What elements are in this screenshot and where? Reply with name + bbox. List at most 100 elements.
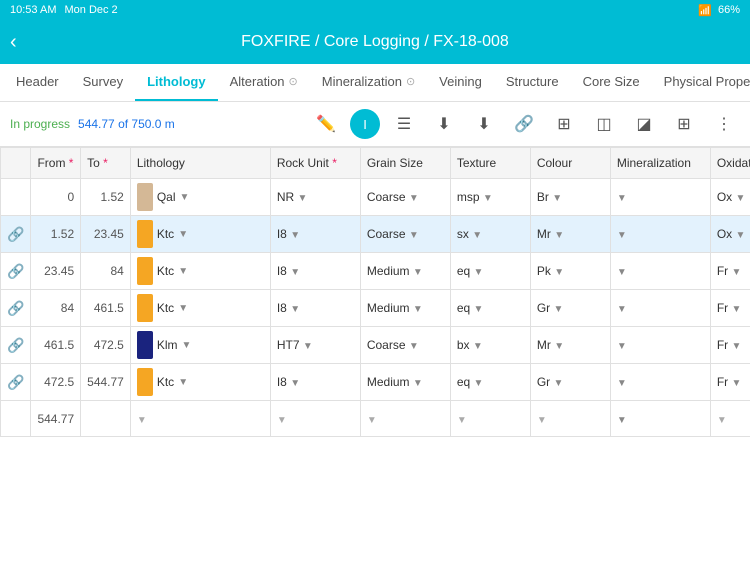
row-lithology[interactable]: Klm ▼ xyxy=(130,327,270,364)
mineralization-arrow[interactable]: ▼ xyxy=(617,415,627,426)
row-texture[interactable]: eq ▼ xyxy=(450,253,530,290)
texture-arrow[interactable]: ▼ xyxy=(473,341,483,352)
col-left-button[interactable]: ◫ xyxy=(588,108,620,140)
row-oxidation[interactable]: ▼ xyxy=(710,401,750,437)
table-row[interactable]: 🔗84461.5 Ktc ▼ I8 ▼Medium ▼eq ▼Gr ▼▼Fr ▼ xyxy=(1,290,750,327)
row-rockunit[interactable]: ▼ xyxy=(270,401,360,437)
texture-arrow[interactable]: ▼ xyxy=(474,378,484,389)
table-row[interactable]: 🔗1.5223.45 Ktc ▼ I8 ▼Coarse ▼sx ▼Mr ▼▼Ox… xyxy=(1,216,750,253)
cursor-button[interactable]: I xyxy=(350,109,380,139)
col-header-texture[interactable]: Texture xyxy=(450,148,530,179)
row-lithology[interactable]: Qal ▼ xyxy=(130,179,270,216)
row-rockunit[interactable]: NR ▼ xyxy=(270,179,360,216)
row-texture[interactable]: eq ▼ xyxy=(450,290,530,327)
columns-button[interactable]: ⊞ xyxy=(548,108,580,140)
row-mineralization[interactable]: ▼ xyxy=(610,216,710,253)
oxidation-arrow[interactable]: ▼ xyxy=(732,267,742,278)
oxidation-arrow[interactable]: ▼ xyxy=(717,415,727,426)
row-grainsize[interactable]: ▼ xyxy=(360,401,450,437)
row-colour[interactable]: Pk ▼ xyxy=(530,253,610,290)
row-rockunit[interactable]: I8 ▼ xyxy=(270,364,360,401)
mineralization-arrow[interactable]: ▼ xyxy=(617,378,627,389)
col-right-button[interactable]: ◪ xyxy=(628,108,660,140)
back-button[interactable]: ‹ xyxy=(10,31,17,54)
row-oxidation[interactable]: Fr ▼ xyxy=(710,290,750,327)
row-lithology[interactable]: Ktc ▼ xyxy=(130,290,270,327)
row-texture[interactable]: bx ▼ xyxy=(450,327,530,364)
row-grainsize[interactable]: Coarse ▼ xyxy=(360,179,450,216)
table-row[interactable]: 🔗472.5544.77 Ktc ▼ I8 ▼Medium ▼eq ▼Gr ▼▼… xyxy=(1,364,750,401)
row-grainsize[interactable]: Medium ▼ xyxy=(360,253,450,290)
row-colour[interactable]: Gr ▼ xyxy=(530,290,610,327)
col-header-grainsize[interactable]: Grain Size xyxy=(360,148,450,179)
row-rockunit[interactable]: I8 ▼ xyxy=(270,290,360,327)
row-mineralization[interactable]: ▼ xyxy=(610,179,710,216)
row-grainsize[interactable]: Medium ▼ xyxy=(360,290,450,327)
colour-arrow[interactable]: ▼ xyxy=(554,304,564,315)
download-button[interactable]: ⬇ xyxy=(468,108,500,140)
rockunit-arrow[interactable]: ▼ xyxy=(290,304,300,315)
lith-dropdown-arrow[interactable]: ▼ xyxy=(178,229,188,240)
lith-dropdown-arrow[interactable]: ▼ xyxy=(178,266,188,277)
colour-arrow[interactable]: ▼ xyxy=(554,230,564,241)
lith-dropdown-arrow[interactable]: ▼ xyxy=(178,303,188,314)
row-rockunit[interactable]: I8 ▼ xyxy=(270,216,360,253)
table-row[interactable]: 🔗23.4584 Ktc ▼ I8 ▼Medium ▼eq ▼Pk ▼▼Fr ▼ xyxy=(1,253,750,290)
colour-arrow[interactable]: ▼ xyxy=(537,415,547,426)
grainsize-arrow[interactable]: ▼ xyxy=(413,267,423,278)
sort-button[interactable]: ⬇ xyxy=(428,108,460,140)
table-row[interactable]: 🔗461.5472.5 Klm ▼ HT7 ▼Coarse ▼bx ▼Mr ▼▼… xyxy=(1,327,750,364)
lith-dropdown-arrow[interactable]: ▼ xyxy=(137,415,147,426)
rockunit-arrow[interactable]: ▼ xyxy=(290,230,300,241)
col-header-oxidation[interactable]: Oxidation * xyxy=(710,148,750,179)
colour-arrow[interactable]: ▼ xyxy=(554,378,564,389)
rockunit-arrow[interactable]: ▼ xyxy=(298,193,308,204)
oxidation-arrow[interactable]: ▼ xyxy=(732,341,742,352)
row-oxidation[interactable]: Ox ▼ xyxy=(710,179,750,216)
oxidation-arrow[interactable]: ▼ xyxy=(736,193,746,204)
col-header-colour[interactable]: Colour xyxy=(530,148,610,179)
texture-arrow[interactable]: ▼ xyxy=(474,267,484,278)
row-lithology[interactable]: Ktc ▼ xyxy=(130,364,270,401)
row-colour[interactable]: Br ▼ xyxy=(530,179,610,216)
mineralization-arrow[interactable]: ▼ xyxy=(617,341,627,352)
row-rockunit[interactable]: HT7 ▼ xyxy=(270,327,360,364)
grainsize-arrow[interactable]: ▼ xyxy=(413,378,423,389)
row-lithology[interactable]: Ktc ▼ xyxy=(130,253,270,290)
pencil-button[interactable]: ✏️ xyxy=(310,108,342,140)
row-grainsize[interactable]: Medium ▼ xyxy=(360,364,450,401)
col-header-to[interactable]: To * xyxy=(81,148,131,179)
oxidation-arrow[interactable]: ▼ xyxy=(732,378,742,389)
more-button[interactable]: ⋮ xyxy=(708,108,740,140)
mineralization-arrow[interactable]: ▼ xyxy=(617,230,627,241)
colour-arrow[interactable]: ▼ xyxy=(554,267,564,278)
row-grainsize[interactable]: Coarse ▼ xyxy=(360,327,450,364)
rockunit-arrow[interactable]: ▼ xyxy=(277,415,287,426)
row-colour[interactable]: ▼ xyxy=(530,401,610,437)
grainsize-arrow[interactable]: ▼ xyxy=(409,341,419,352)
row-mineralization[interactable]: ▼ xyxy=(610,327,710,364)
link-button[interactable]: 🔗 xyxy=(508,108,540,140)
row-texture[interactable]: sx ▼ xyxy=(450,216,530,253)
row-colour[interactable]: Gr ▼ xyxy=(530,364,610,401)
texture-arrow[interactable]: ▼ xyxy=(472,230,482,241)
row-oxidation[interactable]: Fr ▼ xyxy=(710,327,750,364)
colour-arrow[interactable]: ▼ xyxy=(554,341,564,352)
row-texture[interactable]: ▼ xyxy=(450,401,530,437)
list-button[interactable]: ☰ xyxy=(388,108,420,140)
row-mineralization[interactable]: ▼ xyxy=(610,364,710,401)
grainsize-arrow[interactable]: ▼ xyxy=(409,230,419,241)
colour-arrow[interactable]: ▼ xyxy=(552,193,562,204)
oxidation-arrow[interactable]: ▼ xyxy=(736,230,746,241)
row-colour[interactable]: Mr ▼ xyxy=(530,327,610,364)
row-lithology[interactable]: Ktc ▼ xyxy=(130,216,270,253)
tab-survey[interactable]: Survey xyxy=(71,64,135,101)
rockunit-arrow[interactable]: ▼ xyxy=(290,267,300,278)
tab-lithology[interactable]: Lithology xyxy=(135,64,218,101)
tab-alteration[interactable]: Alteration ⊙ xyxy=(218,64,310,101)
row-colour[interactable]: Mr ▼ xyxy=(530,216,610,253)
table-row[interactable]: 544.77▼▼▼▼▼▼▼ xyxy=(1,401,750,437)
row-mineralization[interactable]: ▼ xyxy=(610,253,710,290)
mineralization-arrow[interactable]: ▼ xyxy=(617,267,627,278)
row-lithology[interactable]: ▼ xyxy=(130,401,270,437)
